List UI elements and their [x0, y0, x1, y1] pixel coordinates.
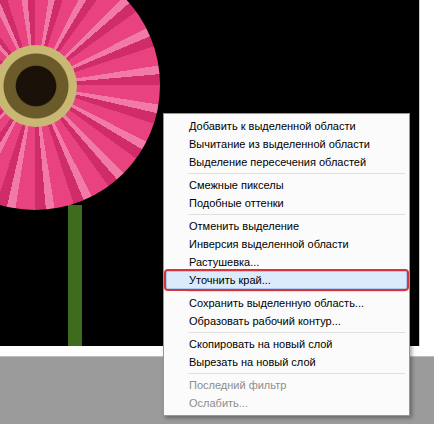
menu-item[interactable]: Вырезать на новый слой: [166, 353, 407, 371]
menu-separator: [188, 373, 405, 374]
menu-item[interactable]: Добавить к выделенной области: [166, 117, 407, 135]
menu-item: Последний фильтр: [166, 376, 407, 394]
menu-separator: [188, 332, 405, 333]
menu-item[interactable]: Инверсия выделенной области: [166, 235, 407, 253]
menu-item[interactable]: Подобные оттенки: [166, 194, 407, 212]
menu-separator: [188, 291, 405, 292]
flower-stem: [68, 205, 82, 346]
menu-separator: [188, 214, 405, 215]
menu-item[interactable]: Растушевка...: [166, 253, 407, 271]
menu-separator: [188, 173, 405, 174]
menu-item[interactable]: Скопировать на новый слой: [166, 335, 407, 353]
menu-item[interactable]: Вычитание из выделенной области: [166, 135, 407, 153]
menu-item[interactable]: Выделение пересечения областей: [166, 153, 407, 171]
menu-item[interactable]: Смежные пикселы: [166, 176, 407, 194]
vertical-scrollbar[interactable]: [419, 0, 434, 346]
menu-item: Ослабить...: [166, 394, 407, 412]
menu-item[interactable]: Образовать рабочий контур...: [166, 312, 407, 330]
menu-item[interactable]: Сохранить выделенную область...: [166, 294, 407, 312]
menu-item[interactable]: Уточнить край...: [166, 271, 407, 289]
context-menu: Добавить к выделенной областиВычитание и…: [163, 113, 410, 416]
menu-item[interactable]: Отменить выделение: [166, 217, 407, 235]
